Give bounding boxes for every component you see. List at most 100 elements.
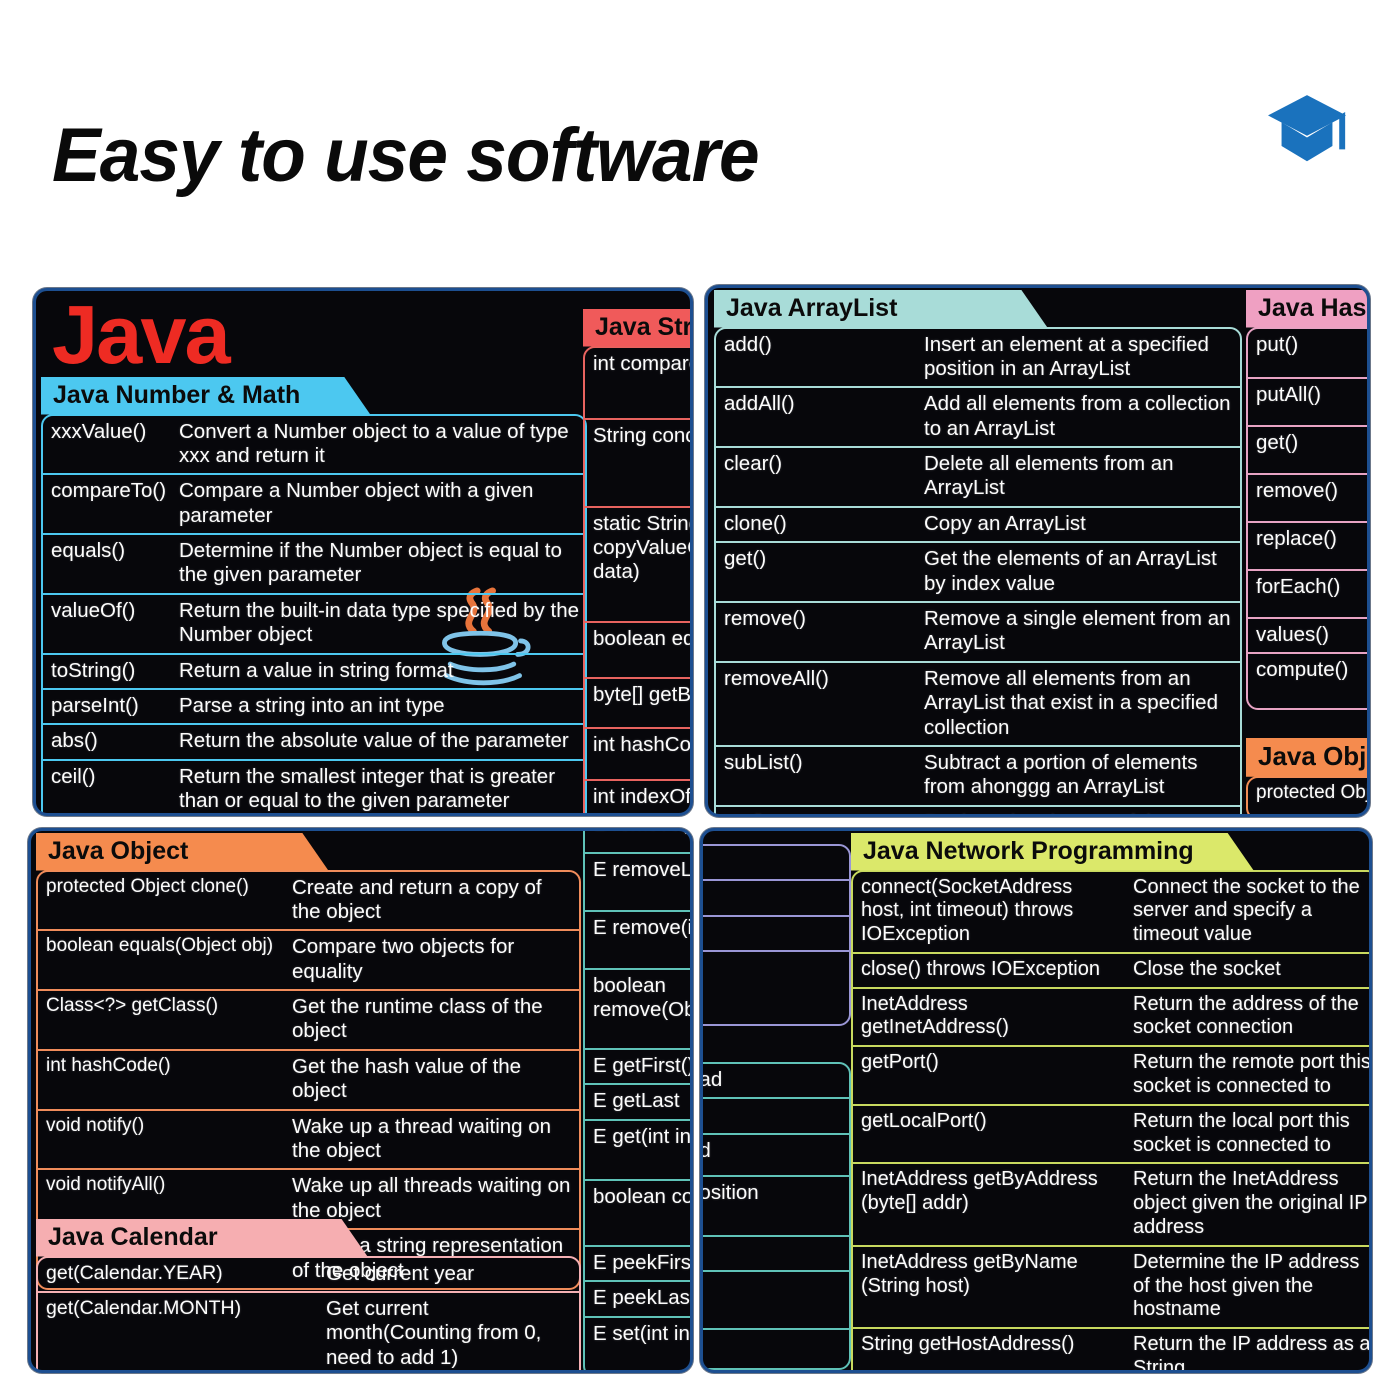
cell-description: Insert an element at a specified positio… [924, 332, 1209, 380]
table-java-calendar: get(Calendar.YEAR) Get current year get(C… [36, 1255, 581, 1370]
table-row: ceil() Return the smallest integer that i… [43, 758, 585, 813]
cell-method: E remove() [585, 831, 690, 841]
cell-method: InetAddress getByAddress (byte[] addr) [861, 1168, 1098, 1215]
cell-description: Determine if the Number object is equal … [179, 539, 562, 587]
cell-method: xxxValue() [51, 419, 147, 443]
cell-method: static String copyValueOf(char[] data) [593, 511, 690, 584]
section-java-linkedlist-partial: E remove() E removeLast() E remove(int i… [583, 831, 690, 1370]
table-java-object-partial: protected Object [1246, 775, 1367, 814]
cell-description: Remove all elements from an ArrayList th… [924, 666, 1218, 739]
poster-page: Easy to use software Java Java Number & … [0, 0, 1400, 1400]
cell-method: E remove(int index) [593, 916, 690, 939]
section-java-object-partial: Java Object protected Object [1246, 738, 1367, 814]
cell-method: get(Calendar.YEAR) [46, 1261, 223, 1284]
table-row: int compareTo( [585, 348, 690, 418]
table-row: compute() [1248, 651, 1367, 708]
table-row: xxxValue() Convert a Number object to a v… [43, 416, 585, 474]
table-row: array [703, 914, 849, 950]
cell-method: E peekLast() [593, 1286, 690, 1310]
table-row: get(Calendar.MONTH) Get current month(Cou… [38, 1290, 579, 1370]
cell-method: Class<?> getClass() [46, 995, 219, 1017]
cell-description: Subtract a portion of elements from ahon… [924, 750, 1198, 799]
section-java-hashmap-partial: Java HashMap put() putAll() get() remove… [1246, 290, 1367, 710]
section-java-calendar: Java Calendar get(Calendar.YEAR) Get curr… [36, 1219, 581, 1370]
table-row: element to the tail [703, 1097, 849, 1132]
section-java-number-math: Java Number & Math xxxValue() Convert a N… [41, 377, 587, 813]
cell-text: Return the first [703, 1272, 845, 1305]
cell-description: Return the built-in data type specified … [179, 598, 579, 647]
cell-description: Close the socket [1133, 957, 1281, 980]
table-row: getPort() Return the remote port this soc… [853, 1045, 1369, 1104]
section-title-java-object: Java Object [1246, 738, 1367, 777]
cell-method: compareTo() [51, 479, 167, 503]
cell-method: clear() [724, 452, 783, 476]
section-java-string-partial: Java String int compareTo( String concat… [583, 309, 690, 813]
table-row: InetAddress getByAddress (byte[] addr) Re… [853, 1162, 1369, 1244]
table-java-linkedlist-partial: element to the head element to the tail … [703, 1062, 851, 1370]
table-row: set()Replace the element of the specifie… [716, 804, 1240, 814]
table-row: LinkedList [703, 1234, 849, 1270]
cell-method: close() throws IOException [861, 957, 1100, 980]
section-title-java-network-programming: Java Network Programming [851, 833, 1254, 871]
cell-text: ray [703, 881, 845, 914]
cell-text: last element of [703, 952, 845, 985]
cell-text: element to the head [703, 1068, 723, 1091]
table-row: E peekLast() [585, 1280, 690, 1315]
table-row: boolean equals(Object obj) Compare two ob… [38, 929, 579, 989]
cell-method: parseInt() [51, 694, 139, 718]
cell-description: Return the address of the socket connect… [1133, 992, 1359, 1039]
cell-method: boolean contains( [593, 1184, 690, 1208]
cell-description: Return the remote port this socket is co… [1133, 1051, 1369, 1098]
section-title-java-calendar: Java Calendar [36, 1219, 368, 1257]
cell-method: String getHostAddress() [861, 1333, 1075, 1356]
cell-method: connect(SocketAddress host, int timeout)… [861, 875, 1074, 946]
section-java-network-programming: Java Network Programming connect(SocketA… [851, 833, 1369, 1370]
cell-method: byte[] getBytes( [593, 682, 690, 706]
section-title-java-string: Java String [583, 309, 690, 347]
table-row: static String copyValueOf(char[] data) [585, 505, 690, 621]
cell-description: Return the local port this socket is con… [1133, 1109, 1350, 1156]
cell-method: ceil() [51, 764, 96, 788]
table-row: parseInt() Parse a string into an int typ… [43, 688, 585, 723]
table-row: E peekFirst() [585, 1244, 690, 1280]
table-row: addAll() Add all elements from a collecti… [716, 386, 1240, 446]
table-row: E remove() [585, 831, 690, 852]
table-row: forEach() [1248, 568, 1367, 617]
cell-method: void notifyAll() [46, 1174, 166, 1196]
cell-method: protected Object [1256, 781, 1367, 803]
panel-java-object-calendar: Java Object protected Object clone() Crea… [28, 828, 693, 1373]
cell-method: equals() [51, 539, 126, 563]
cell-method: int compareTo( [593, 351, 690, 375]
table-row: boolean contains( [585, 1178, 690, 1245]
table-row: close() throws IOException Close the sock… [853, 951, 1369, 987]
cell-method: getPort() [861, 1051, 939, 1074]
table-row: String getHostAddress() Return the IP add… [853, 1327, 1369, 1370]
cell-method: get(Calendar.MONTH) [46, 1296, 242, 1319]
cell-method: E get(int index) [593, 1124, 690, 1148]
cell-method: values() [1256, 622, 1329, 646]
table-row: E removeLast() [585, 852, 690, 910]
cell-description: Add all elements from a collection to an… [924, 392, 1231, 440]
table-row: E get(int index) [585, 1118, 690, 1179]
cell-description: Get the elements of an ArrayList by inde… [924, 547, 1217, 595]
table-row: get() Get the elements of an ArrayList by… [716, 541, 1240, 601]
cell-method: forEach() [1256, 574, 1341, 598]
table-java-network-programming: connect(SocketAddress host, int timeout)… [851, 869, 1369, 1370]
table-row: InetAddress getByName (String host) Deter… [853, 1244, 1369, 1327]
table-row: an element at a position [703, 1174, 849, 1235]
cell-method: int hashCode( [593, 732, 690, 756]
cell-method: boolean equals( [593, 626, 690, 650]
table-row: InetAddress getInetAddress() Return the a… [853, 986, 1369, 1046]
table-row: boolean equals( [585, 620, 690, 677]
page-title: Easy to use software [52, 113, 760, 198]
table-row: int hashCode( [585, 726, 690, 779]
table-row: remove() Remove a single element from an … [716, 601, 1240, 661]
cell-description: Determine the IP address of the host giv… [1133, 1250, 1360, 1321]
cell-method: E getLast [593, 1089, 680, 1113]
table-java-array-partial: array ray array last element of [703, 844, 851, 1027]
cell-method: toString() [51, 658, 136, 682]
cell-method: getLocalPort() [861, 1109, 987, 1132]
cell-text: element to the tail [703, 1099, 845, 1132]
table-java-hashmap: put() putAll() get() remove() replace() … [1246, 326, 1367, 710]
cell-text: Return the last [703, 1330, 845, 1363]
